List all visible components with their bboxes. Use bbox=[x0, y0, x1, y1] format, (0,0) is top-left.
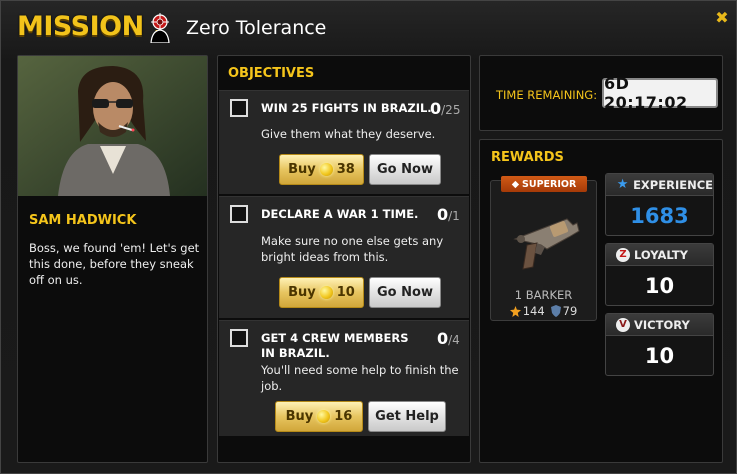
victory-icon: V bbox=[616, 317, 630, 332]
go-now-button[interactable]: Go Now bbox=[369, 154, 441, 185]
buy-label: Buy bbox=[288, 285, 316, 300]
loyalty-value: 10 bbox=[644, 274, 675, 298]
rewards-title: REWARDS bbox=[491, 150, 564, 165]
get-help-button[interactable]: Get Help bbox=[368, 401, 446, 432]
gold-coin-icon bbox=[319, 286, 333, 299]
reward-item-stats: 144 79 bbox=[491, 304, 596, 318]
mission-dialog: MISSION : Zero Tolerance ✖ SAM HADWICK B… bbox=[0, 0, 737, 474]
gun-icon bbox=[513, 218, 580, 270]
go-now-button[interactable]: Go Now bbox=[369, 277, 441, 308]
time-panel: TIME REMAINING: 6D 20:17:02 bbox=[479, 55, 723, 131]
reward-item-name: 1 BARKER bbox=[514, 288, 573, 302]
gold-coin-icon bbox=[317, 410, 331, 423]
victory-reward: V VICTORY 10 bbox=[605, 313, 714, 376]
reward-item-card[interactable]: ◆ SUPERIOR 1 BARKER 144 79 bbox=[490, 176, 597, 321]
dialog-header: MISSION : Zero Tolerance ✖ bbox=[1, 1, 737, 55]
objectives-panel: OBJECTIVES WIN 25 FIGHTS IN BRAZIL. 0/25… bbox=[217, 55, 471, 463]
loyalty-header: Z LOYALTY bbox=[606, 244, 713, 266]
character-name: SAM HADWICK bbox=[29, 213, 137, 228]
buy-button[interactable]: Buy 16 bbox=[275, 401, 363, 432]
objective-progress: 0/1 bbox=[437, 205, 460, 224]
loyalty-icon: Z bbox=[616, 247, 630, 262]
buy-button[interactable]: Buy 38 bbox=[279, 154, 364, 185]
buy-cost: 16 bbox=[334, 409, 353, 424]
objective-checkbox[interactable] bbox=[230, 329, 248, 347]
experience-reward: ★ EXPERIENCE 1683 bbox=[605, 173, 714, 236]
portrait-illustration bbox=[18, 56, 207, 196]
shield-icon bbox=[550, 305, 561, 317]
attack-value: 144 bbox=[522, 304, 545, 318]
experience-value: 1683 bbox=[630, 204, 689, 228]
mission-name: Zero Tolerance bbox=[186, 17, 327, 39]
buy-button[interactable]: Buy 10 bbox=[279, 277, 364, 308]
character-dialogue: Boss, we found 'em! Let's get this done,… bbox=[29, 241, 200, 287]
experience-label: EXPERIENCE bbox=[633, 177, 713, 192]
rarity-label: SUPERIOR bbox=[522, 178, 577, 190]
character-portrait bbox=[18, 56, 207, 196]
objective-description: Make sure no one else gets any bright id… bbox=[261, 234, 444, 264]
buy-cost: 38 bbox=[336, 162, 355, 177]
objective-progress: 0/25 bbox=[430, 99, 461, 118]
close-icon[interactable]: ✖ bbox=[714, 11, 730, 27]
objective-item: WIN 25 FIGHTS IN BRAZIL. 0/25 Give them … bbox=[219, 90, 469, 194]
loyalty-reward: Z LOYALTY 10 bbox=[605, 243, 714, 306]
mission-label: MISSION : bbox=[17, 11, 163, 42]
buy-cost: 10 bbox=[336, 285, 355, 300]
time-remaining-value: 6D 20:17:02 bbox=[602, 74, 718, 112]
victory-label: VICTORY bbox=[634, 317, 690, 332]
objective-description: You'll need some help to finish the job. bbox=[261, 363, 459, 393]
defense-value: 79 bbox=[562, 304, 578, 318]
victory-value: 10 bbox=[644, 344, 675, 368]
character-panel: SAM HADWICK Boss, we found 'em! Let's ge… bbox=[17, 55, 208, 463]
gold-coin-icon bbox=[319, 163, 333, 176]
star-icon: ★ bbox=[616, 177, 629, 192]
objective-name: GET 4 CREW MEMBERS IN BRAZIL. bbox=[261, 331, 409, 360]
objective-name: WIN 25 FIGHTS IN BRAZIL. bbox=[261, 101, 432, 115]
buy-label: Buy bbox=[288, 162, 316, 177]
objective-checkbox[interactable] bbox=[230, 205, 248, 223]
rewards-panel: REWARDS ◆ SUPERIOR 1 BARKER 144 79 ★ EXP… bbox=[479, 139, 723, 463]
rarity-badge: ◆ SUPERIOR bbox=[501, 176, 587, 192]
time-remaining-label: TIME REMAINING: bbox=[496, 88, 598, 102]
objective-progress: 0/4 bbox=[437, 329, 460, 348]
attack-icon bbox=[509, 305, 521, 317]
experience-header: ★ EXPERIENCE bbox=[606, 174, 713, 196]
diamond-icon: ◆ bbox=[511, 178, 520, 190]
objective-name: DECLARE A WAR 1 TIME. bbox=[261, 207, 419, 221]
objective-item: DECLARE A WAR 1 TIME. 0/1 Make sure no o… bbox=[219, 196, 469, 318]
target-person-icon bbox=[150, 13, 170, 43]
attack-stat: 144 bbox=[509, 304, 545, 318]
defense-stat: 79 bbox=[550, 304, 578, 318]
objective-description: Give them what they deserve. bbox=[261, 127, 436, 141]
buy-label: Buy bbox=[285, 409, 314, 424]
objective-checkbox[interactable] bbox=[230, 99, 248, 117]
loyalty-label: LOYALTY bbox=[634, 247, 689, 262]
victory-header: V VICTORY bbox=[606, 314, 713, 336]
objective-item: GET 4 CREW MEMBERS IN BRAZIL. 0/4 You'll… bbox=[219, 320, 469, 436]
objectives-title: OBJECTIVES bbox=[228, 66, 315, 81]
